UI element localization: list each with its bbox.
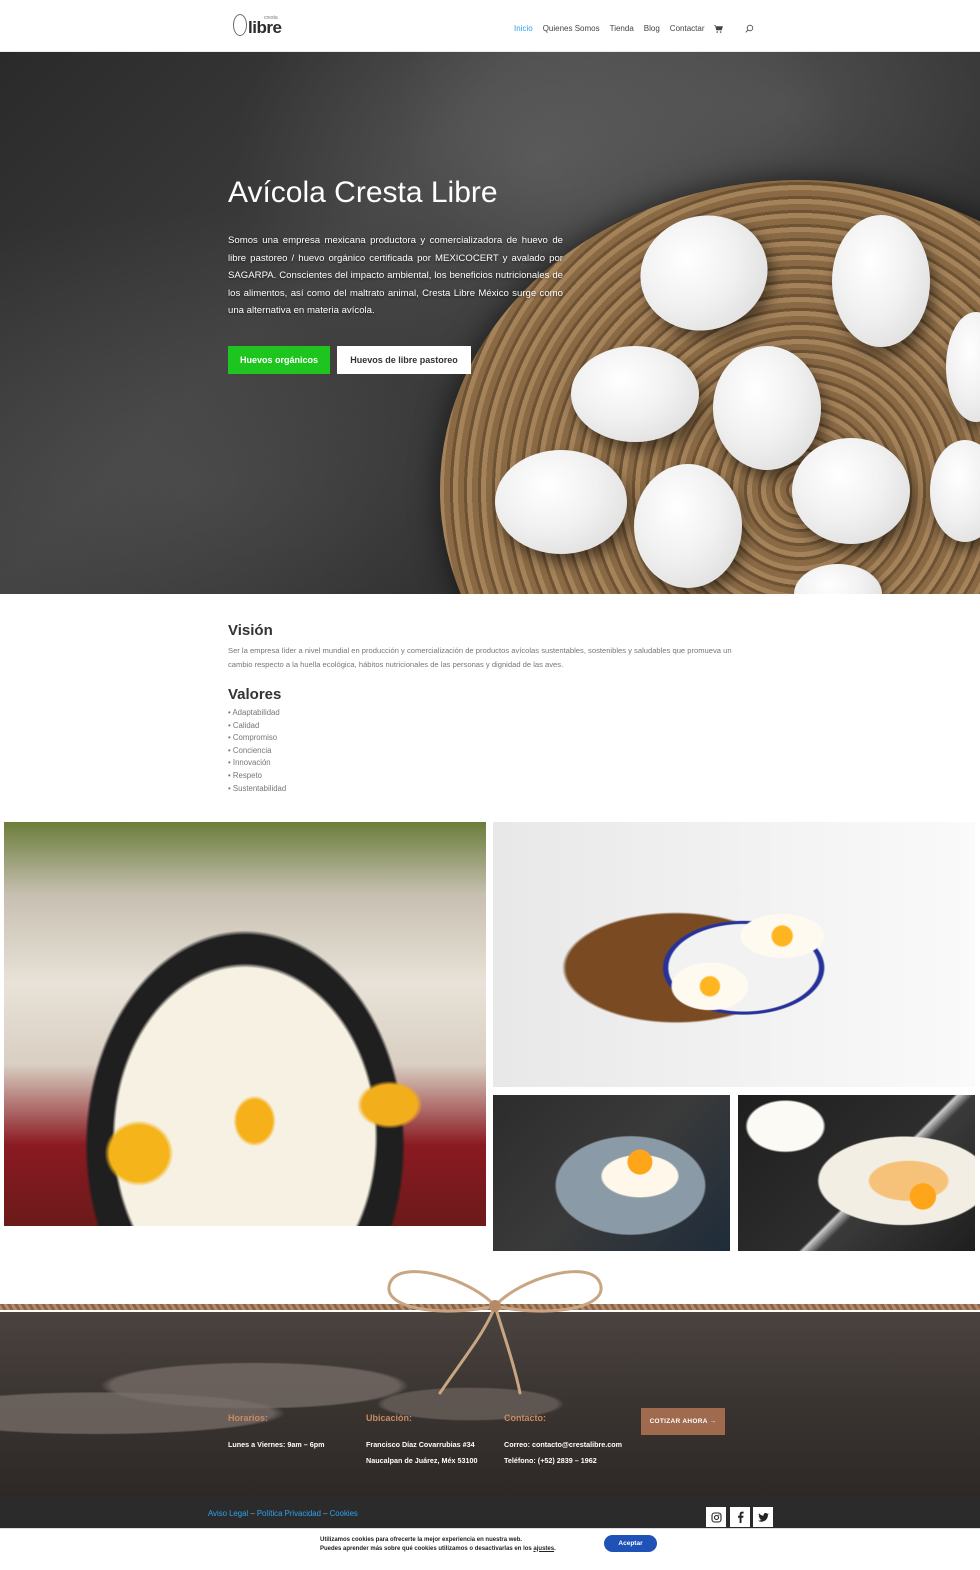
gallery-image-pan-eggs[interactable] [4,822,486,1226]
gallery-image-egg-plate[interactable] [493,1095,730,1251]
hours-heading: Horarios: [228,1413,269,1423]
hero-section: Avícola Cresta Libre Somos una empresa m… [0,52,980,594]
footer-hours: Horarios: Lunes a Viernes: 9am – 6pm [228,1413,325,1453]
footer-location: Ubicación: Francisco Díaz Covarrubias #3… [366,1413,477,1468]
footer-contact: Contacto: Correo: contacto@crestalibre.c… [504,1413,622,1468]
list-item: Conciencia [228,745,286,758]
cart-icon[interactable] [714,24,724,33]
egg-image [495,450,627,554]
list-item: Sustentabilidad [228,783,286,796]
list-item: Innovación [228,757,286,770]
nav-item-quienes-somos[interactable]: Quienes Somos [543,24,600,33]
cookie-message: Utilizamos cookies para ofrecerte la mej… [320,1536,556,1553]
site-header: cresta libre Inicio Quienes Somos Tienda… [0,0,980,52]
values-list: Adaptabilidad Calidad Compromiso Concien… [228,707,286,795]
nav-item-contactar[interactable]: Contactar [670,24,705,33]
egg-image [792,438,910,544]
search-icon[interactable] [745,24,754,33]
instagram-icon[interactable] [706,1507,726,1527]
egg-image [832,215,930,347]
list-item: Compromiso [228,732,286,745]
cookie-line-1: Utilizamos cookies para ofrecerte la mej… [320,1537,523,1543]
twine-bow-icon [387,1270,603,1395]
quote-now-button[interactable]: COTIZAR AHORA → [641,1408,725,1435]
organic-eggs-button[interactable]: Huevos orgánicos [228,346,330,374]
list-item: Respeto [228,770,286,783]
location-line-1: Francisco Díaz Covarrubias #34 [366,1440,475,1449]
egg-image [634,464,742,588]
privacy-policy-link[interactable]: Política Privacidad [257,1509,321,1518]
hero-description: Somos una empresa mexicana productora y … [228,235,563,316]
egg-image [571,346,699,442]
free-range-eggs-button[interactable]: Huevos de libre pastoreo [337,346,471,374]
contact-email[interactable]: Correo: contacto@crestalibre.com [504,1437,622,1453]
twitter-icon[interactable] [753,1507,773,1527]
location-heading: Ubicación: [366,1413,413,1423]
main-nav: Inicio Quienes Somos Tienda Blog Contact… [514,24,754,33]
list-item: Adaptabilidad [228,707,286,720]
hours-text: Lunes a Viernes: 9am – 6pm [228,1440,325,1449]
values-heading: Valores [228,686,282,703]
logo-text: libre [248,18,282,37]
contact-heading: Contacto: [504,1413,546,1423]
nav-item-tienda[interactable]: Tienda [610,24,634,33]
location-line-2: Naucalpan de Juárez, Méx 53100 [366,1455,478,1465]
cookie-line-2: Puedes aprender más sobre qué cookies ut… [320,1545,556,1552]
hero-title: Avícola Cresta Libre [228,176,498,209]
legal-links: Aviso Legal – Política Privacidad – Cook… [208,1509,358,1518]
gallery-image-breakfast[interactable] [738,1095,975,1251]
site-logo[interactable]: cresta libre [231,12,283,40]
page-bottom-strip [0,1558,980,1570]
bottom-bar [0,1496,980,1528]
nav-item-inicio[interactable]: Inicio [514,24,533,33]
list-item: Calidad [228,720,286,733]
vision-text: Ser la empresa líder a nivel mundial en … [228,646,732,669]
logo-mark-icon [233,14,247,36]
gallery-image-plate-eggs[interactable] [493,822,975,1087]
vision-heading: Visión [228,622,273,639]
legal-notice-link[interactable]: Aviso Legal [208,1509,248,1518]
facebook-icon[interactable] [730,1507,750,1527]
nav-item-blog[interactable]: Blog [644,24,660,33]
cookies-link[interactable]: Cookies [330,1509,358,1518]
cookie-settings-link[interactable]: ajustes [533,1546,554,1552]
contact-phone[interactable]: Teléfono: (+52) 2839 – 1962 [504,1453,622,1469]
accept-cookies-button[interactable]: Aceptar [604,1535,657,1552]
egg-image [713,346,821,470]
